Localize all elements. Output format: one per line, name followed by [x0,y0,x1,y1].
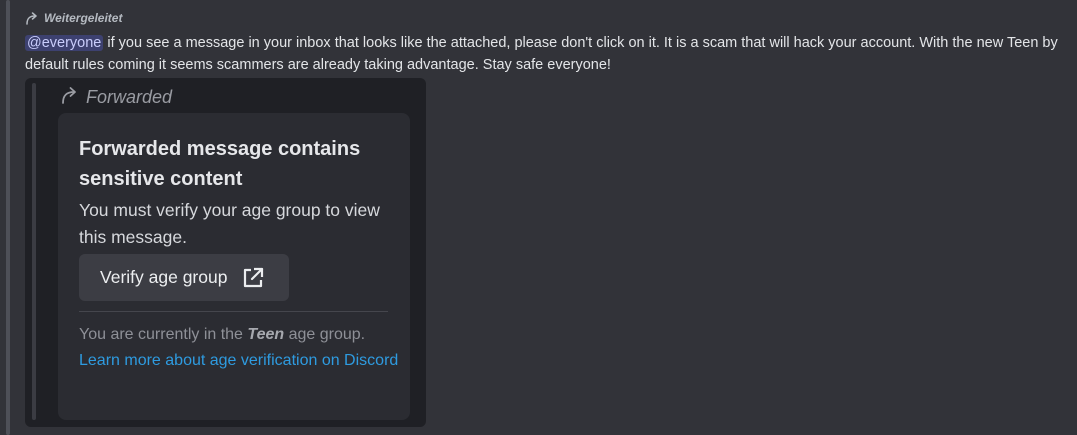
embed-forwarded-label: Forwarded [86,86,173,107]
footer-suffix: age group. [284,326,366,343]
card-divider [79,311,388,312]
everyone-mention[interactable]: @everyone [25,35,104,51]
forwarded-header: Weitergeleitet [25,9,122,27]
verify-button-label: Verify age group [100,267,228,287]
sensitive-content-card: Forwarded message contains sensitive con… [58,113,410,420]
card-title: Forwarded message contains sensitive con… [79,138,361,190]
footer-prefix: You are currently in the [79,326,248,343]
embed-quote-bar [32,83,36,420]
forwarded-header-label: Weitergeleitet [44,11,123,25]
learn-more-link[interactable]: Learn more about age verification on Dis… [79,352,398,369]
embed-forwarded-header: Forwarded [60,85,172,109]
external-link-icon [241,266,265,290]
forward-arrow-icon [60,86,80,109]
current-age-group: Teen [247,326,285,343]
forward-arrow-icon [25,11,39,25]
forward-quote-bar [6,0,10,435]
forwarded-embed: Forwarded Forwarded message contains sen… [25,78,426,427]
message-content: @everyone if you see a message in your i… [25,32,1065,76]
message-body: if you see a message in your inbox that … [25,35,1058,73]
verify-age-group-button[interactable]: Verify age group [79,254,289,301]
age-group-footer: You are currently in the Teen age group.… [79,322,399,374]
card-body: You must verify your age group to view t… [79,200,380,247]
